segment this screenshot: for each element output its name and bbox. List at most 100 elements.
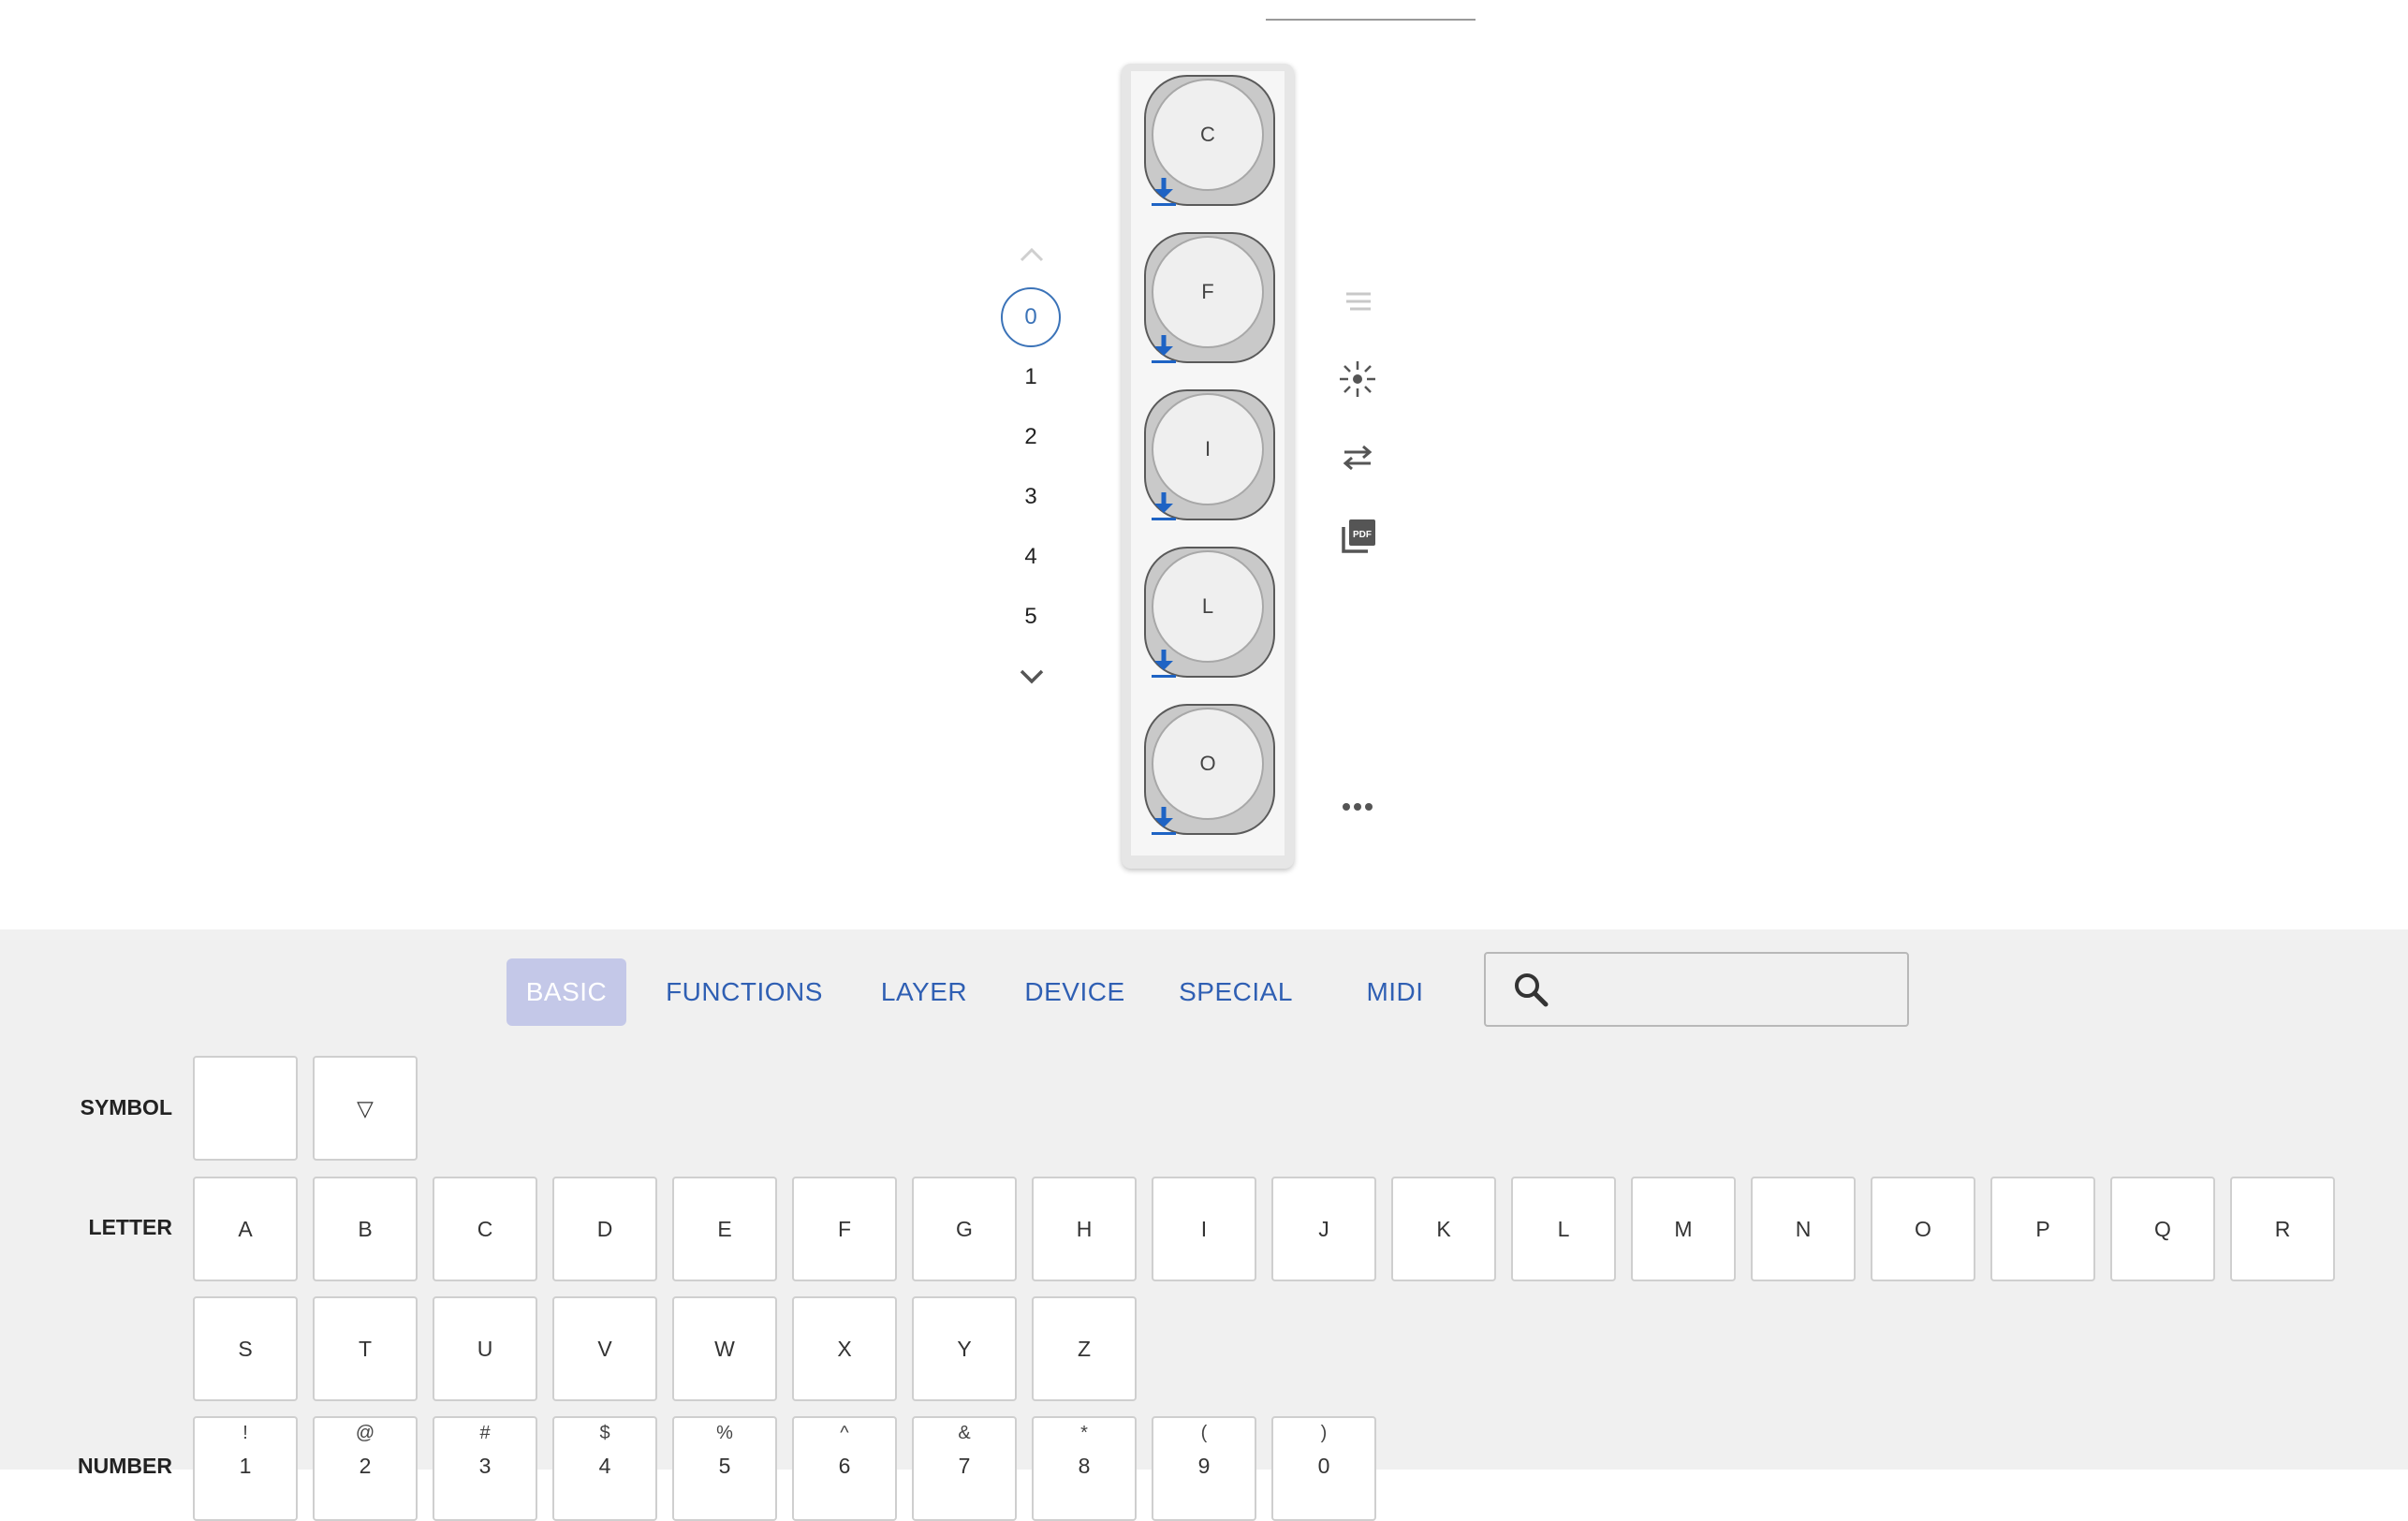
keyboard-title-underline bbox=[1266, 19, 1476, 21]
keycode-base-label: 3 bbox=[478, 1454, 492, 1478]
keycode-shift-label: @ bbox=[355, 1423, 375, 1443]
keycode-search bbox=[1484, 952, 1909, 1027]
tab-basic[interactable]: BASIC bbox=[507, 958, 626, 1026]
layer-3[interactable]: 3 bbox=[1001, 467, 1061, 527]
keycode-button[interactable]: P bbox=[1990, 1177, 2095, 1281]
layer-5[interactable]: 5 bbox=[1001, 587, 1061, 647]
keycode-button[interactable]: E bbox=[672, 1177, 777, 1281]
layer-up-arrow-icon[interactable] bbox=[1013, 236, 1050, 273]
keycode-button[interactable]: C bbox=[433, 1177, 537, 1281]
keycode-button[interactable]: W bbox=[672, 1296, 777, 1401]
lines-icon[interactable] bbox=[1335, 279, 1380, 324]
keycode-button[interactable]: A bbox=[193, 1177, 298, 1281]
keyboard-key[interactable]: F bbox=[1144, 232, 1275, 363]
keycode-button[interactable] bbox=[193, 1056, 298, 1161]
key-cap-label: O bbox=[1152, 708, 1264, 820]
keycode-shift-label: # bbox=[479, 1423, 491, 1443]
key-cap-label: F bbox=[1152, 236, 1264, 348]
key-cap-label: C bbox=[1152, 79, 1264, 191]
keycode-button[interactable]: L bbox=[1511, 1177, 1616, 1281]
keycode-button[interactable]: Q bbox=[2110, 1177, 2215, 1281]
keycode-button[interactable]: Y bbox=[912, 1296, 1017, 1401]
key-cap-label: L bbox=[1152, 550, 1264, 663]
layer-0[interactable]: 0 bbox=[1001, 287, 1061, 347]
keycode-base-label: 1 bbox=[239, 1454, 252, 1478]
keycode-button[interactable]: ▽ bbox=[313, 1056, 418, 1161]
keycode-button[interactable]: M bbox=[1631, 1177, 1736, 1281]
keycode-button[interactable]: H bbox=[1032, 1177, 1137, 1281]
keycode-button[interactable]: * 8 bbox=[1032, 1416, 1137, 1521]
keycode-button[interactable]: #3 bbox=[433, 1416, 537, 1521]
download-arrow-icon bbox=[1152, 335, 1176, 363]
keycode-button[interactable]: F bbox=[792, 1177, 897, 1281]
keycode-button[interactable]: V bbox=[552, 1296, 657, 1401]
layout-editor: 012345 CFILO PDF bbox=[0, 0, 2408, 929]
key-cap-label: I bbox=[1152, 393, 1264, 505]
pdf-icon[interactable]: PDF bbox=[1335, 514, 1380, 559]
keycode-base-label: 9 bbox=[1197, 1454, 1211, 1478]
svg-text:PDF: PDF bbox=[1353, 530, 1372, 540]
download-arrow-icon bbox=[1152, 650, 1176, 678]
keycode-button[interactable]: Z bbox=[1032, 1296, 1137, 1401]
layer-1[interactable]: 1 bbox=[1001, 347, 1061, 407]
keycode-shift-label: ) bbox=[1320, 1423, 1328, 1443]
keycode-base-label: 5 bbox=[718, 1454, 731, 1478]
layer-4[interactable]: 4 bbox=[1001, 527, 1061, 587]
keycode-shift-label: * bbox=[1080, 1423, 1088, 1443]
keycode-button[interactable]: (9 bbox=[1152, 1416, 1256, 1521]
layer-down-arrow-icon[interactable] bbox=[1013, 658, 1050, 695]
keycode-base-label: 6 bbox=[838, 1454, 851, 1478]
keycode-base-label: 7 bbox=[958, 1454, 971, 1478]
keycode-button[interactable]: ^ 6 bbox=[792, 1416, 897, 1521]
tab-special[interactable]: SPECIAL bbox=[1162, 958, 1310, 1026]
tab-layer[interactable]: LAYER bbox=[867, 958, 981, 1026]
letter-group-label: LETTER bbox=[88, 1215, 172, 1239]
keycode-base-label: 8 bbox=[1078, 1454, 1091, 1478]
keyboard-key[interactable]: L bbox=[1144, 547, 1275, 678]
number-group-label: NUMBER bbox=[78, 1454, 172, 1478]
keycode-button[interactable]: T bbox=[313, 1296, 418, 1401]
keycode-button[interactable]: % 5 bbox=[672, 1416, 777, 1521]
download-arrow-icon bbox=[1152, 492, 1176, 520]
symbol-group-label: SYMBOL bbox=[80, 1095, 172, 1119]
keycode-button[interactable]: K bbox=[1391, 1177, 1496, 1281]
download-arrow-icon bbox=[1152, 807, 1176, 835]
search-input[interactable] bbox=[1570, 963, 1901, 1017]
keycode-button[interactable]: ! 1 bbox=[193, 1416, 298, 1521]
keycode-button[interactable]: S bbox=[193, 1296, 298, 1401]
keycode-button[interactable]: ) 0 bbox=[1271, 1416, 1376, 1521]
keycode-button[interactable]: J bbox=[1271, 1177, 1376, 1281]
keycode-button[interactable]: I bbox=[1152, 1177, 1256, 1281]
tab-functions[interactable]: FUNCTIONS bbox=[659, 958, 830, 1026]
keycode-button[interactable]: & 7 bbox=[912, 1416, 1017, 1521]
tab-device[interactable]: DEVICE bbox=[1007, 958, 1142, 1026]
keycode-shift-label: ^ bbox=[840, 1423, 849, 1443]
keycode-button[interactable]: B bbox=[313, 1177, 418, 1281]
brightness-icon[interactable] bbox=[1335, 357, 1380, 402]
layer-2[interactable]: 2 bbox=[1001, 407, 1061, 467]
keycode-button[interactable]: X bbox=[792, 1296, 897, 1401]
tab-midi[interactable]: MIDI bbox=[1329, 958, 1461, 1026]
keycode-base-label: 2 bbox=[359, 1454, 372, 1478]
keycode-button[interactable]: U bbox=[433, 1296, 537, 1401]
download-arrow-icon bbox=[1152, 178, 1176, 206]
keycode-button[interactable]: O bbox=[1871, 1177, 1975, 1281]
keycode-button[interactable]: D bbox=[552, 1177, 657, 1281]
keycode-button[interactable]: @2 bbox=[313, 1416, 418, 1521]
keyboard-key[interactable]: C bbox=[1144, 75, 1275, 206]
keyboard-key[interactable]: I bbox=[1144, 389, 1275, 520]
swap-icon[interactable] bbox=[1335, 435, 1380, 480]
keycode-button[interactable]: N bbox=[1751, 1177, 1856, 1281]
keycode-shift-label: ( bbox=[1200, 1423, 1208, 1443]
keycode-button[interactable]: G bbox=[912, 1177, 1017, 1281]
keycode-shift-label: $ bbox=[599, 1423, 610, 1443]
keycode-base-label: 0 bbox=[1317, 1454, 1330, 1478]
more-icon[interactable] bbox=[1335, 784, 1380, 829]
keycode-shift-label: & bbox=[958, 1423, 971, 1443]
keyboard-preview: CFILO bbox=[1122, 64, 1294, 869]
keycode-button[interactable]: $4 bbox=[552, 1416, 657, 1521]
keycode-button[interactable]: R bbox=[2230, 1177, 2335, 1281]
keyboard-key[interactable]: O bbox=[1144, 704, 1275, 835]
keycode-shift-label: ! bbox=[242, 1423, 248, 1443]
keycode-base-label: 4 bbox=[598, 1454, 611, 1478]
